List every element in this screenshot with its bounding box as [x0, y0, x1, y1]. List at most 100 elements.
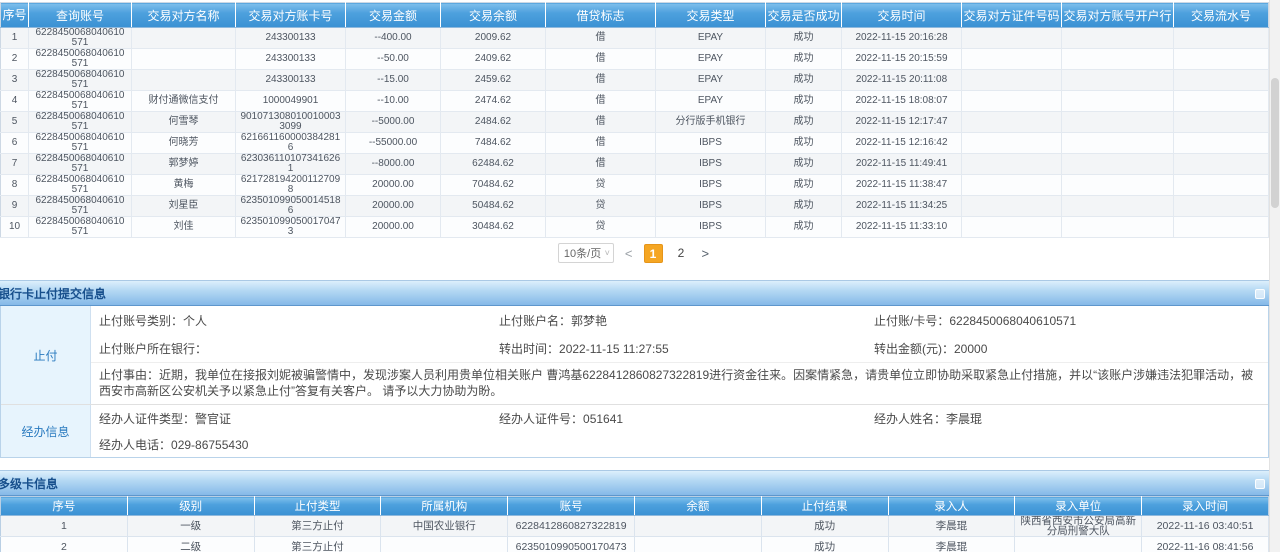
group-body: 止付账号类别：个人止付账户名：郭梦艳止付账/卡号：622845006804061…	[91, 306, 1268, 404]
transaction-cell: 20000.00	[346, 196, 441, 217]
transaction-cell: 6216611600003842816	[236, 133, 346, 154]
scrollbar-thumb[interactable]	[1271, 78, 1279, 208]
transaction-cell: 2022-11-15 12:17:47	[842, 112, 962, 133]
transaction-cell	[1174, 49, 1269, 70]
field-row: 止付账号类别：个人止付账户名：郭梦艳止付账/卡号：622845006804061…	[91, 306, 1268, 334]
collapse-icon[interactable]	[1255, 479, 1265, 489]
card-row: 2二级第三方止付6235010990500170473成功李晨琨2022-11-…	[1, 537, 1269, 552]
column-header: 交易类型	[656, 3, 766, 28]
transaction-cell	[1062, 154, 1174, 175]
transaction-cell: 何晓芳	[132, 133, 236, 154]
field-label: 转出时间：	[499, 342, 559, 356]
transaction-cell: 62484.62	[441, 154, 546, 175]
transaction-cell: 成功	[766, 196, 842, 217]
column-header: 序号	[1, 3, 29, 28]
transaction-cell	[1174, 196, 1269, 217]
transaction-cell: 6228450068040610571	[29, 154, 132, 175]
field-value: 近期，我单位在接报刘妮被骗警情中，发现涉案人员利用贵单位相关账户 曹鸿基6228…	[99, 368, 1253, 398]
transaction-cell: IBPS	[656, 196, 766, 217]
multi-card-section-header: 多级卡信息	[0, 470, 1269, 496]
transaction-cell	[1174, 175, 1269, 196]
page-number-button[interactable]: 2	[672, 244, 691, 263]
transaction-cell	[1062, 70, 1174, 91]
column-header: 录入时间	[1142, 497, 1269, 516]
transaction-cell: 成功	[766, 91, 842, 112]
field-value: 20000	[954, 342, 987, 356]
field-label: 经办人电话：	[99, 438, 171, 452]
reason-row: 止付事由：近期，我单位在接报刘妮被骗警情中，发现涉案人员利用贵单位相关账户 曹鸿…	[91, 362, 1268, 404]
transaction-cell: 成功	[766, 49, 842, 70]
transaction-cell: 10	[1, 217, 29, 238]
field: 止付账户所在银行：	[99, 340, 499, 357]
column-header: 交易金额	[346, 3, 441, 28]
transaction-cell: 财付通微信支付	[132, 91, 236, 112]
transaction-cell: 6228450068040610571	[29, 133, 132, 154]
field: 经办人姓名：李晨琨	[874, 410, 1260, 427]
transaction-cell: 1	[1, 28, 29, 49]
group-label-cell: 经办信息	[1, 405, 91, 457]
transaction-cell: 郭梦婷	[132, 154, 236, 175]
card-cell: 2022-11-16 03:40:51	[1142, 516, 1269, 537]
transaction-row: 86228450068040610571黄梅621728194200112709…	[1, 175, 1269, 196]
transaction-cell: 6228450068040610571	[29, 91, 132, 112]
card-cell	[634, 516, 761, 537]
transaction-cell: IBPS	[656, 154, 766, 175]
field: 经办人电话：029-86755430	[99, 436, 499, 453]
transaction-cell	[1174, 154, 1269, 175]
transaction-cell: 2022-11-15 11:34:25	[842, 196, 962, 217]
chevron-down-icon: ˅	[605, 248, 610, 258]
vertical-scrollbar[interactable]	[1269, 0, 1280, 552]
transaction-cell: 成功	[766, 112, 842, 133]
transaction-cell: 3	[1, 70, 29, 91]
transaction-cell	[962, 217, 1062, 238]
transaction-cell	[1174, 217, 1269, 238]
transaction-cell	[1174, 70, 1269, 91]
transactions-header-row: 序号查询账号交易对方名称交易对方账卡号交易金额交易余额借贷标志交易类型交易是否成…	[1, 3, 1269, 28]
page-size-select[interactable]: 10条/页 ˅	[558, 243, 614, 263]
card-cell: 1	[1, 516, 128, 537]
transaction-cell: 借	[546, 70, 656, 91]
pagination: 10条/页 ˅ < 12 >	[0, 238, 1269, 268]
transaction-cell	[1174, 112, 1269, 133]
column-header: 录入单位	[1015, 497, 1142, 516]
transaction-cell	[962, 196, 1062, 217]
column-header: 交易余额	[441, 3, 546, 28]
collapse-icon[interactable]	[1255, 289, 1265, 299]
transaction-cell	[962, 91, 1062, 112]
field: 经办人证件类型：警官证	[99, 410, 499, 427]
transaction-cell: 借	[546, 49, 656, 70]
transaction-cell	[132, 49, 236, 70]
column-header: 级别	[127, 497, 254, 516]
transaction-cell: 6235010990500145186	[236, 196, 346, 217]
card-cell: 2022-11-16 08:41:56	[1142, 537, 1269, 552]
transaction-cell	[1062, 133, 1174, 154]
card-row: 1一级第三方止付中国农业银行6228412860827322819成功李晨琨陕西…	[1, 516, 1269, 537]
transaction-cell: 6235010990500170473	[236, 217, 346, 238]
page-number-button[interactable]: 1	[644, 244, 663, 263]
transaction-cell: 2022-11-15 20:16:28	[842, 28, 962, 49]
card-cell: 第三方止付	[254, 516, 381, 537]
transaction-cell: 2009.62	[441, 28, 546, 49]
transaction-cell: 成功	[766, 217, 842, 238]
transaction-cell: 6228450068040610571	[29, 49, 132, 70]
column-header: 录入人	[888, 497, 1015, 516]
transaction-cell: 贷	[546, 196, 656, 217]
column-header: 交易对方账卡号	[236, 3, 346, 28]
field-label: 转出金额(元)：	[874, 342, 954, 356]
transaction-cell: --400.00	[346, 28, 441, 49]
prev-page-icon[interactable]: <	[623, 246, 635, 261]
transaction-cell: IBPS	[656, 133, 766, 154]
field-value: 警官证	[195, 412, 231, 426]
transaction-cell: 20000.00	[346, 175, 441, 196]
transaction-cell	[1062, 112, 1174, 133]
transaction-cell: 成功	[766, 175, 842, 196]
column-header: 账号	[508, 497, 635, 516]
next-page-icon[interactable]: >	[700, 246, 712, 261]
page-numbers: 12	[644, 244, 691, 263]
transaction-cell: 2022-11-15 20:11:08	[842, 70, 962, 91]
transaction-row: 16228450068040610571243300133--400.00200…	[1, 28, 1269, 49]
transaction-cell: 2474.62	[441, 91, 546, 112]
transaction-cell: 借	[546, 28, 656, 49]
transaction-cell	[962, 133, 1062, 154]
transaction-row: 106228450068040610571刘佳62350109905001704…	[1, 217, 1269, 238]
